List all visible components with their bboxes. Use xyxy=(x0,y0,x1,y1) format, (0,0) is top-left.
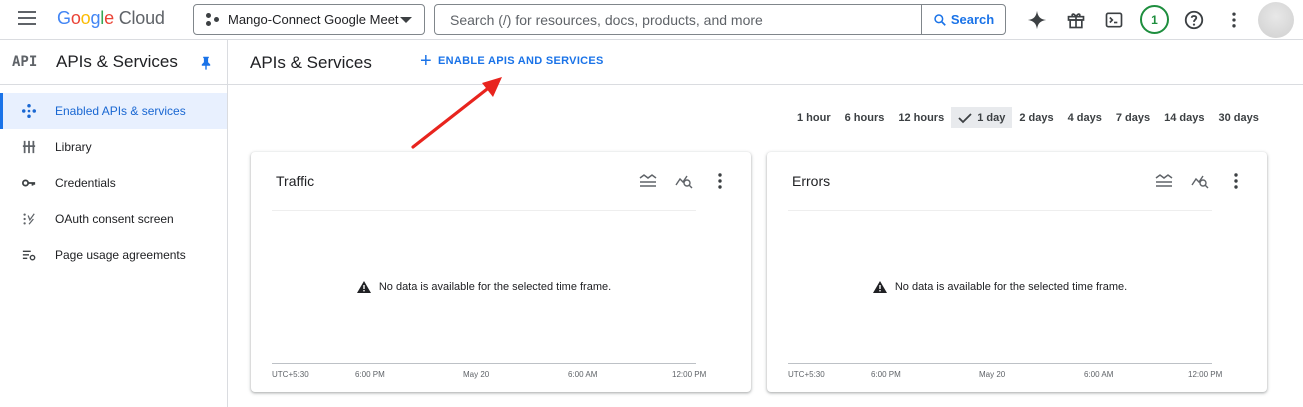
search-icon xyxy=(934,13,946,26)
diamond-dots-icon xyxy=(19,104,39,118)
errors-card: Errors No data is available for the sele… xyxy=(767,152,1267,392)
axis-tick: May 20 xyxy=(979,370,1006,379)
sidebar-nav: Enabled APIs & services Library Credenti… xyxy=(0,93,227,273)
settings-list-icon xyxy=(19,248,39,262)
sidebar-item-credentials[interactable]: Credentials xyxy=(0,165,227,201)
google-cloud-logo[interactable]: Google Cloud xyxy=(57,8,165,29)
no-data-message: No data is available for the selected ti… xyxy=(272,281,696,293)
sidebar-item-page-usage[interactable]: Page usage agreements xyxy=(0,237,227,273)
time-option-4d[interactable]: 4 days xyxy=(1061,107,1109,128)
help-icon[interactable] xyxy=(1182,8,1206,32)
key-icon xyxy=(19,176,39,190)
time-option-6h[interactable]: 6 hours xyxy=(838,107,892,128)
more-vert-icon[interactable] xyxy=(1222,8,1246,32)
sidebar-header: API APIs & Services xyxy=(0,40,227,85)
card-title: Errors xyxy=(792,173,831,189)
card-tools xyxy=(637,170,731,192)
time-option-14d[interactable]: 14 days xyxy=(1157,107,1211,128)
project-name: Mango-Connect Google Meet xyxy=(228,12,399,27)
page-title: APIs & Services xyxy=(250,53,372,72)
enable-apis-button[interactable]: + ENABLE APIS AND SERVICES xyxy=(420,50,604,72)
main-header: APIs & Services + ENABLE APIS AND SERVIC… xyxy=(228,40,1303,85)
warning-icon xyxy=(356,281,371,293)
time-option-1d[interactable]: 1 day xyxy=(951,107,1013,128)
time-option-12h[interactable]: 12 hours xyxy=(891,107,951,128)
oauth-icon xyxy=(19,212,39,226)
explore-chart-icon[interactable] xyxy=(1189,170,1211,192)
sidebar-title: APIs & Services xyxy=(56,52,178,71)
axis-tick: 6:00 PM xyxy=(871,370,901,379)
more-vert-icon[interactable] xyxy=(1225,170,1247,192)
sidebar-item-label: Page usage agreements xyxy=(55,248,186,262)
axis-tick: May 20 xyxy=(463,370,490,379)
time-range-selector: 1 hour 6 hours 12 hours 1 day 2 days 4 d… xyxy=(790,107,1266,128)
library-icon xyxy=(19,140,39,154)
notification-badge[interactable]: 1 xyxy=(1140,5,1169,34)
top-bar: Google Cloud Mango-Connect Google Meet S… xyxy=(0,0,1303,40)
api-badge-icon: API xyxy=(12,54,38,70)
sidebar-item-label: Credentials xyxy=(55,176,116,190)
axis-tick: 12:00 PM xyxy=(1188,370,1223,379)
traffic-chart: No data is available for the selected ti… xyxy=(272,210,696,364)
gemini-sparkle-icon[interactable] xyxy=(1025,8,1049,32)
terminal-icon[interactable] xyxy=(1102,8,1126,32)
avatar[interactable] xyxy=(1258,2,1294,38)
project-selector[interactable]: Mango-Connect Google Meet xyxy=(193,4,425,35)
no-data-message: No data is available for the selected ti… xyxy=(788,281,1212,293)
search-button[interactable]: Search xyxy=(921,5,1005,34)
sidebar: API APIs & Services Enabled APIs & servi… xyxy=(0,40,228,407)
traffic-card: Traffic No data is available for the sel… xyxy=(251,152,751,392)
errors-x-axis: UTC+5:30 6:00 PM May 20 6:00 AM 12:00 PM xyxy=(788,370,1228,384)
chevron-down-icon xyxy=(400,17,412,23)
annotation-arrow xyxy=(411,77,502,149)
plus-icon: + xyxy=(420,50,432,72)
check-icon xyxy=(958,112,972,123)
sidebar-item-label: OAuth consent screen xyxy=(55,212,174,226)
legend-toggle-icon[interactable] xyxy=(1153,170,1175,192)
more-vert-icon[interactable] xyxy=(709,170,731,192)
time-option-2d[interactable]: 2 days xyxy=(1012,107,1060,128)
menu-icon[interactable] xyxy=(18,11,36,25)
time-option-1h[interactable]: 1 hour xyxy=(790,107,838,128)
warning-icon xyxy=(872,281,887,293)
axis-tick: UTC+5:30 xyxy=(272,370,309,379)
time-option-30d[interactable]: 30 days xyxy=(1211,107,1265,128)
legend-toggle-icon[interactable] xyxy=(637,170,659,192)
sidebar-item-label: Library xyxy=(55,140,92,154)
time-option-7d[interactable]: 7 days xyxy=(1109,107,1157,128)
axis-tick: 6:00 PM xyxy=(355,370,385,379)
card-tools xyxy=(1153,170,1247,192)
card-title: Traffic xyxy=(276,173,315,189)
sidebar-item-oauth-consent[interactable]: OAuth consent screen xyxy=(0,201,227,237)
sidebar-item-label: Enabled APIs & services xyxy=(55,104,186,118)
search-bar: Search xyxy=(434,4,1006,35)
search-input[interactable] xyxy=(435,5,921,34)
traffic-x-axis: UTC+5:30 6:00 PM May 20 6:00 AM 12:00 PM xyxy=(272,370,712,384)
pin-icon[interactable] xyxy=(200,56,212,75)
axis-tick: 6:00 AM xyxy=(568,370,598,379)
explore-chart-icon[interactable] xyxy=(673,170,695,192)
sidebar-item-library[interactable]: Library xyxy=(0,129,227,165)
axis-tick: 6:00 AM xyxy=(1084,370,1114,379)
gift-icon[interactable] xyxy=(1064,8,1088,32)
errors-chart: No data is available for the selected ti… xyxy=(788,210,1212,364)
sidebar-item-enabled-apis[interactable]: Enabled APIs & services xyxy=(0,93,227,129)
project-icon xyxy=(206,12,220,27)
axis-tick: 12:00 PM xyxy=(672,370,707,379)
axis-tick: UTC+5:30 xyxy=(788,370,825,379)
